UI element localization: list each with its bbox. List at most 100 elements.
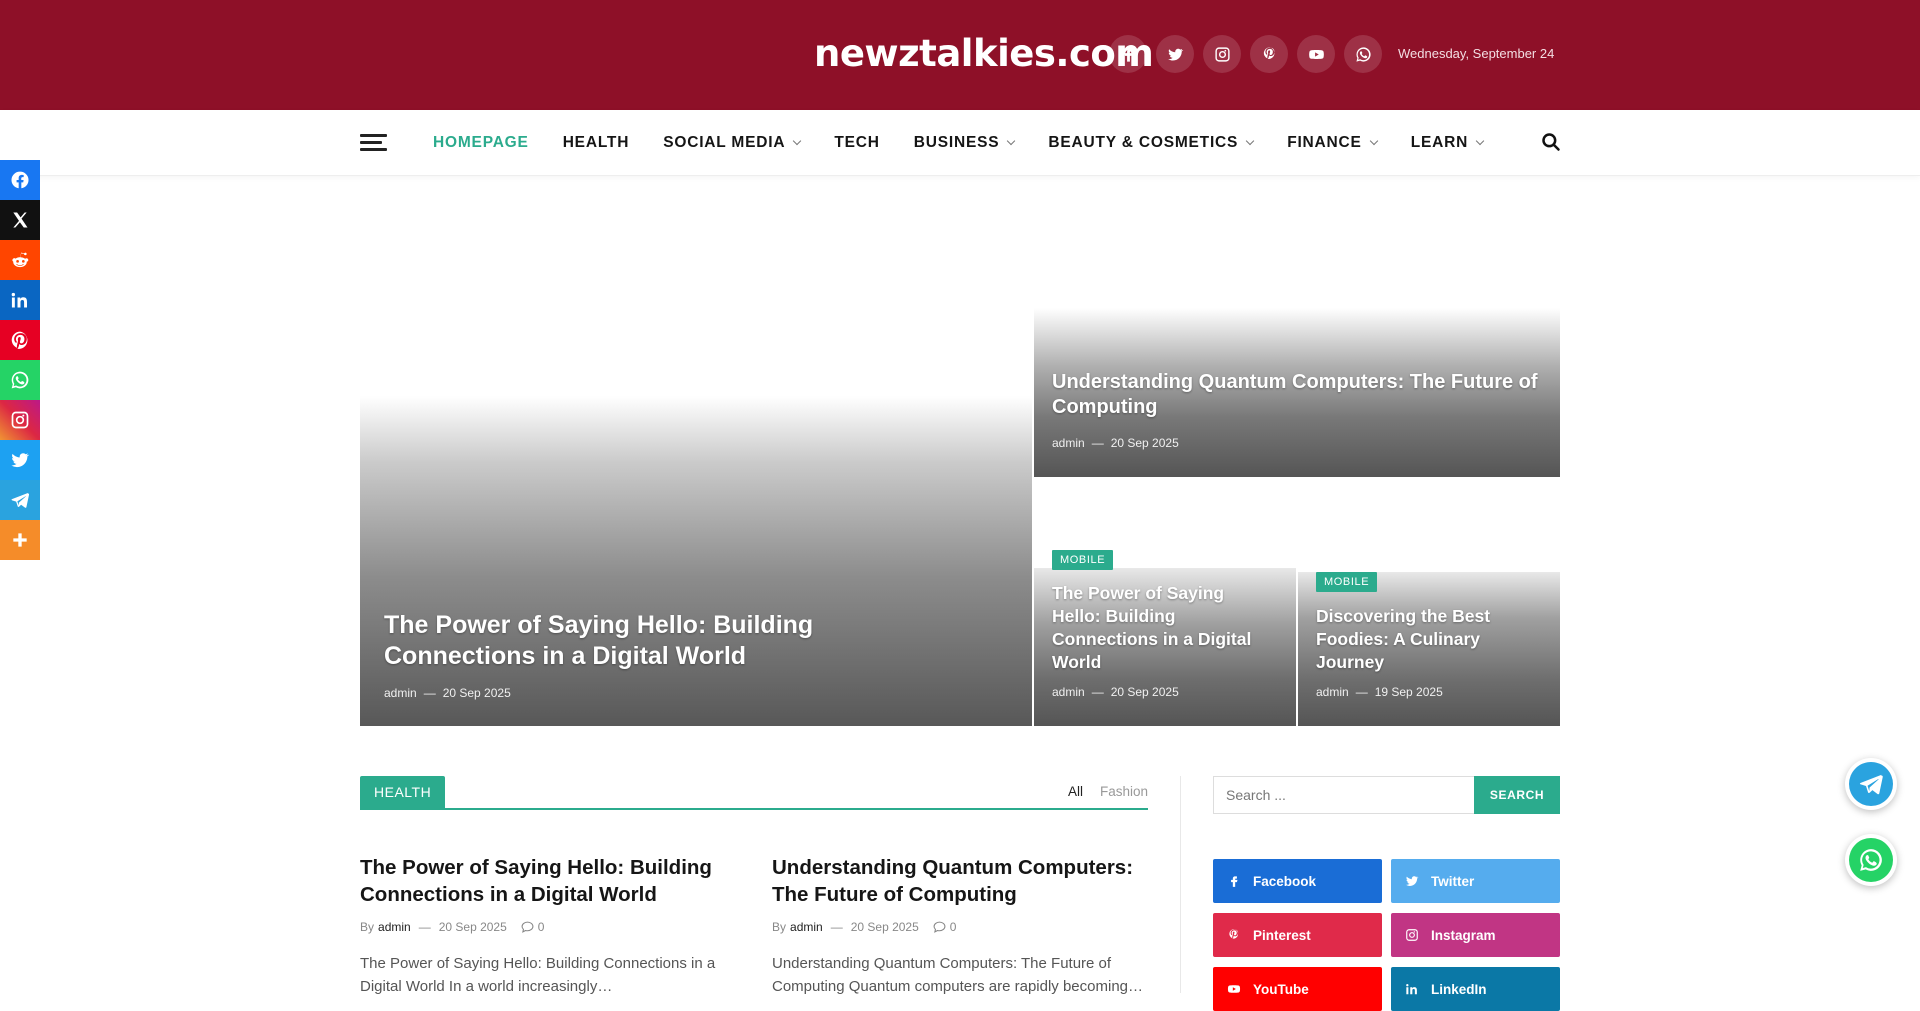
facebook-icon[interactable]: [0, 160, 40, 200]
chevron-down-icon: [1007, 136, 1016, 146]
post-date: 19 Sep 2025: [1374, 685, 1443, 699]
post-date: 20 Sep 2025: [442, 686, 511, 700]
site-logo[interactable]: newztalkies.com: [814, 32, 1154, 75]
follow-instagram-button[interactable]: Instagram: [1391, 913, 1560, 957]
follow-label: Facebook: [1253, 873, 1317, 889]
post-card: Understanding Quantum Computers: The Fut…: [772, 854, 1152, 998]
post-card: The Power of Saying Hello: Building Conn…: [360, 854, 740, 998]
post-comments[interactable]: 0: [521, 920, 545, 934]
search-input[interactable]: [1213, 776, 1474, 814]
nav-item-business[interactable]: BUSINESS: [914, 134, 1016, 152]
chevron-down-icon: [793, 136, 802, 146]
pinterest-icon[interactable]: [1250, 35, 1288, 73]
header-social-links: [1109, 35, 1382, 73]
post-comments[interactable]: 0: [933, 920, 956, 934]
whatsapp-icon[interactable]: [1344, 35, 1382, 73]
floating-whatsapp-button[interactable]: [1845, 834, 1897, 886]
x-icon[interactable]: [0, 200, 40, 240]
featured-post-top-right[interactable]: Understanding Quantum Computers: The Fut…: [1034, 308, 1560, 477]
featured-post-meta: admin —20 Sep 2025: [384, 686, 511, 700]
floating-telegram-button[interactable]: [1845, 758, 1897, 810]
current-date: Wednesday, September 24: [1398, 46, 1555, 61]
follow-label: LinkedIn: [1431, 981, 1487, 997]
category-badge[interactable]: MOBILE: [1052, 550, 1114, 570]
post-title[interactable]: Understanding Quantum Computers: The Fut…: [772, 856, 1133, 906]
post-author[interactable]: admin: [378, 920, 411, 934]
tab-all[interactable]: All: [1068, 784, 1083, 799]
post-meta: By admin — 20 Sep 2025 0: [360, 920, 740, 934]
post-author[interactable]: admin: [1052, 685, 1085, 699]
linkedin-icon[interactable]: [0, 280, 40, 320]
social-follow-grid: Facebook Twitter Pinterest Instagram You…: [1213, 859, 1560, 1011]
post-author[interactable]: admin: [1316, 685, 1349, 699]
follow-youtube-button[interactable]: YouTube: [1213, 967, 1382, 1011]
twitter-icon[interactable]: [0, 440, 40, 480]
follow-label: YouTube: [1253, 981, 1309, 997]
nav-item-beauty-cosmetics[interactable]: BEAUTY & COSMETICS: [1048, 134, 1255, 152]
follow-facebook-button[interactable]: Facebook: [1213, 859, 1382, 903]
tab-fashion[interactable]: Fashion: [1100, 784, 1148, 799]
post-date: 20 Sep 2025: [1110, 685, 1179, 699]
meta-separator: —: [418, 920, 431, 934]
post-author[interactable]: admin: [790, 920, 823, 934]
chevron-down-icon: [1369, 136, 1378, 146]
telegram-icon[interactable]: [0, 480, 40, 520]
section-filter-tabs: All Fashion: [1068, 784, 1148, 799]
follow-pinterest-button[interactable]: Pinterest: [1213, 913, 1382, 957]
twitter-icon[interactable]: [1156, 35, 1194, 73]
featured-post-meta: admin —19 Sep 2025: [1316, 685, 1443, 699]
nav-item-tech[interactable]: TECH: [834, 134, 879, 152]
category-badge[interactable]: MOBILE: [1316, 572, 1378, 592]
featured-post-meta: admin —20 Sep 2025: [1052, 436, 1179, 450]
featured-post-title[interactable]: Discovering the Best Foodies: A Culinary…: [1316, 605, 1541, 674]
featured-post-title[interactable]: Understanding Quantum Computers: The Fut…: [1052, 370, 1542, 420]
post-by-label: By: [772, 920, 787, 934]
post-by-label: By: [360, 920, 375, 934]
post-author[interactable]: admin: [384, 686, 417, 700]
post-date: 20 Sep 2025: [438, 920, 507, 934]
meta-separator: —: [830, 920, 843, 934]
section-label[interactable]: HEALTH: [360, 776, 446, 808]
search-icon[interactable]: [1541, 132, 1561, 152]
nav-item-homepage[interactable]: HOMEPAGE: [433, 134, 529, 152]
post-excerpt: Understanding Quantum Computers: The Fut…: [772, 955, 1144, 995]
featured-post-bottom-right[interactable]: MOBILE Discovering the Best Foodies: A C…: [1298, 572, 1560, 726]
main-navigation: HOMEPAGE HEALTH SOCIAL MEDIA TECH BUSINE…: [0, 110, 1920, 176]
pinterest-icon[interactable]: [0, 320, 40, 360]
menu-icon[interactable]: [360, 134, 387, 152]
follow-linkedin-button[interactable]: LinkedIn: [1391, 967, 1560, 1011]
comment-count: 0: [537, 920, 545, 934]
comment-icon: [933, 921, 946, 933]
chevron-down-icon: [1245, 136, 1255, 146]
whatsapp-icon[interactable]: [0, 360, 40, 400]
facebook-icon[interactable]: [1109, 35, 1147, 73]
sidebar-search-form: SEARCH: [1213, 776, 1560, 814]
telegram-icon: [1859, 774, 1883, 795]
reddit-icon[interactable]: [0, 240, 40, 280]
pinterest-icon: [1229, 929, 1239, 939]
follow-twitter-button[interactable]: Twitter: [1391, 859, 1560, 903]
twitter-icon: [1405, 876, 1419, 886]
facebook-icon: [1231, 876, 1238, 887]
instagram-icon[interactable]: [1203, 35, 1241, 73]
nav-item-learn[interactable]: LEARN: [1411, 134, 1485, 152]
plus-icon[interactable]: [0, 520, 40, 560]
comment-icon: [521, 921, 534, 933]
featured-post-large[interactable]: The Power of Saying Hello: Building Conn…: [360, 396, 1032, 726]
search-button[interactable]: SEARCH: [1474, 776, 1560, 814]
nav-item-finance[interactable]: FINANCE: [1287, 134, 1378, 152]
post-meta: By admin — 20 Sep 2025 0: [772, 920, 1152, 934]
site-header: newztalkies.com Wednesday, September 24: [0, 0, 1920, 110]
instagram-icon[interactable]: [0, 400, 40, 440]
whatsapp-icon: [1860, 849, 1882, 871]
nav-item-health[interactable]: HEALTH: [563, 134, 630, 152]
post-title[interactable]: The Power of Saying Hello: Building Conn…: [360, 856, 712, 906]
featured-post-title[interactable]: The Power of Saying Hello: Building Conn…: [384, 610, 904, 672]
post-date: 20 Sep 2025: [1110, 436, 1179, 450]
youtube-icon: [1227, 985, 1241, 993]
featured-post-title[interactable]: The Power of Saying Hello: Building Conn…: [1052, 582, 1277, 674]
nav-item-social-media[interactable]: SOCIAL MEDIA: [663, 134, 802, 152]
youtube-icon[interactable]: [1297, 35, 1335, 73]
featured-post-bottom-left[interactable]: MOBILE The Power of Saying Hello: Buildi…: [1034, 550, 1296, 726]
post-author[interactable]: admin: [1052, 436, 1085, 450]
